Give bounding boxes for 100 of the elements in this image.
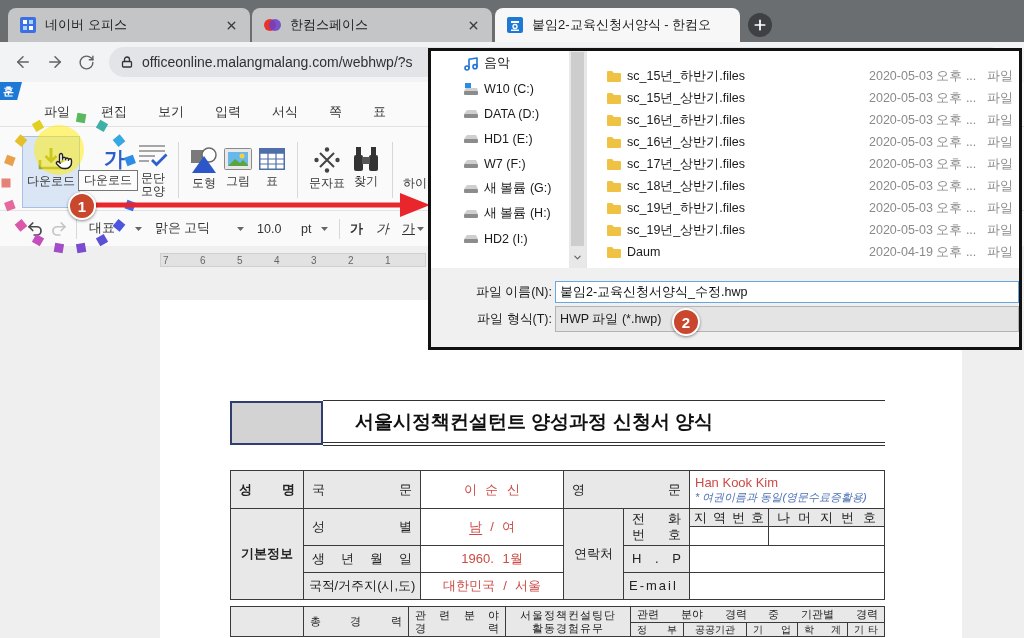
field-label: 생 년 월 일 — [304, 546, 420, 572]
toolbar-button[interactable]: 문단 모양 — [136, 136, 170, 199]
file-type: 파일 — [987, 89, 1013, 107]
scrollbar-thumb[interactable] — [571, 52, 584, 246]
ruler-number: 3 — [311, 254, 317, 266]
hand-pointer-icon — [55, 152, 73, 170]
file-type: 파일 — [987, 221, 1013, 239]
ruler-number: 7 — [163, 254, 169, 266]
file-name[interactable]: sc_19년_하반기.files — [627, 199, 745, 217]
file-name[interactable]: sc_16년_상반기.files — [627, 133, 745, 151]
field-note: * 여권이름과 동일(영문수료증활용) — [695, 490, 868, 504]
field-label: 국 문 — [304, 471, 420, 508]
style-dropdown[interactable]: 대표 — [85, 217, 145, 240]
music-note-icon — [463, 55, 479, 72]
file-name[interactable]: sc_15년_하반기.files — [627, 67, 745, 85]
system-drive-icon — [463, 82, 479, 95]
menu-item[interactable]: 표 — [373, 103, 386, 119]
toolbar-button[interactable]: 찾기 — [348, 136, 384, 192]
toolbar-button[interactable]: 도형 — [187, 136, 221, 192]
scrollbar[interactable] — [569, 51, 586, 268]
file-name[interactable]: sc_19년_상반기.files — [627, 221, 745, 239]
field-label: 영 문 — [564, 471, 689, 508]
file-name[interactable]: sc_15년_상반기.files — [627, 89, 745, 107]
field-value: Han Kook Kim — [695, 475, 780, 490]
new-tab-button[interactable] — [748, 13, 772, 37]
nav-item[interactable]: DATA (D:) — [431, 101, 569, 126]
file-name[interactable]: Daum — [627, 245, 661, 259]
option-separator: / — [490, 519, 494, 535]
font-size-field[interactable]: 10.0 — [253, 217, 291, 240]
field-label: 기본정보 — [231, 509, 303, 599]
menu-item[interactable]: 보기 — [158, 103, 184, 119]
menu-item[interactable]: 편집 — [101, 103, 127, 119]
file-date: 2020-05-03 오후 ... — [869, 155, 977, 173]
file-type: 파일 — [987, 177, 1013, 195]
gender-option[interactable]: 남 — [469, 519, 483, 535]
browser-tab[interactable]: 붙임2-교육신청서양식 - 한컴오 — [495, 8, 740, 42]
nav-item[interactable]: 새 볼륨 (G:) — [431, 176, 569, 201]
field-label: H . P — [624, 546, 689, 572]
document-title: 서울시정책컨설턴트 양성과정 신청서 양식 — [323, 400, 885, 446]
column-header: 기 업 — [747, 623, 797, 636]
file-date: 2020-05-03 오후 ... — [869, 111, 977, 129]
menu-item[interactable]: 파일 — [44, 103, 70, 119]
circles-icon — [264, 19, 281, 31]
nav-item[interactable]: HD2 (I:) — [431, 226, 569, 251]
shapes-icon — [191, 147, 217, 173]
nav-item[interactable]: 새 볼륨 (H:) — [431, 201, 569, 226]
chevron-down-icon[interactable] — [572, 252, 583, 263]
file-date: 2020-05-03 오후 ... — [869, 221, 977, 239]
drive-icon — [463, 159, 479, 168]
folder-icon — [607, 202, 621, 214]
nav-item[interactable]: W7 (F:) — [431, 151, 569, 176]
underline-button[interactable]: 가 — [400, 217, 426, 240]
nav-item[interactable]: W10 (C:) — [431, 76, 569, 101]
column-header: 관련 분야 경력 중 기관별 경력 — [631, 607, 884, 622]
app-logo: 훈 — [0, 82, 22, 100]
toolbar-button[interactable]: 표 — [255, 136, 289, 192]
undo-icon[interactable] — [26, 219, 44, 238]
lock-icon — [121, 56, 133, 68]
paragraph-icon — [138, 144, 168, 168]
field-label: 파일 이름(N): — [475, 283, 552, 301]
file-name[interactable]: sc_17년_상반기.files — [627, 155, 745, 173]
caret-icon — [321, 226, 328, 231]
nav-item[interactable]: HD1 (E:) — [431, 126, 569, 151]
forward-arrow-icon[interactable] — [46, 53, 64, 71]
file-name-field[interactable]: 붙임2-교육신청서양식_수정.hwp — [555, 281, 1019, 303]
field-label: 전 화 번 호 — [624, 509, 689, 545]
field-label: 연락처 — [564, 509, 623, 599]
field-label: 성 별 — [304, 509, 420, 545]
browser-tab[interactable]: 한컴스페이스 — [252, 8, 492, 42]
caret-icon — [135, 226, 142, 231]
bold-button[interactable]: 가 — [348, 217, 368, 240]
file-name[interactable]: sc_18년_상반기.files — [627, 177, 745, 195]
toolbar-button[interactable]: 하이 — [401, 136, 429, 192]
field-label: E-mail — [624, 573, 689, 599]
file-type: 파일 — [987, 111, 1013, 129]
toolbar-button[interactable]: 그림 — [221, 136, 255, 192]
folder-icon — [607, 70, 621, 82]
tile-icon — [507, 17, 523, 33]
grid-icon — [20, 17, 36, 33]
unit-dropdown[interactable]: pt — [297, 217, 331, 240]
font-dropdown[interactable]: 맑은 고딕 — [151, 217, 247, 240]
gender-option[interactable]: 여 — [501, 519, 515, 535]
ruler-number: 4 — [274, 254, 280, 266]
menu-item[interactable]: 입력 — [215, 103, 241, 119]
toolbar-button[interactable]: 문자표 — [306, 136, 348, 192]
italic-button[interactable]: 가 — [374, 217, 394, 240]
file-name[interactable]: sc_16년_하반기.files — [627, 111, 745, 129]
symbol-icon — [314, 147, 340, 173]
drive-icon — [463, 209, 479, 218]
menu-item[interactable]: 쪽 — [329, 103, 342, 119]
reload-icon[interactable] — [78, 53, 95, 71]
image-icon — [224, 147, 252, 171]
menu-item[interactable]: 서식 — [272, 103, 298, 119]
folder-icon — [607, 180, 621, 192]
folder-icon — [607, 92, 621, 104]
browser-tab[interactable]: 네이버 오피스 — [8, 8, 250, 42]
file-type: 파일 — [987, 243, 1013, 261]
nav-item[interactable]: 음악 — [431, 51, 569, 76]
field-label: 지 역 번 호 — [690, 509, 768, 526]
field-label: 국적/거주지(시,도) — [304, 573, 420, 599]
